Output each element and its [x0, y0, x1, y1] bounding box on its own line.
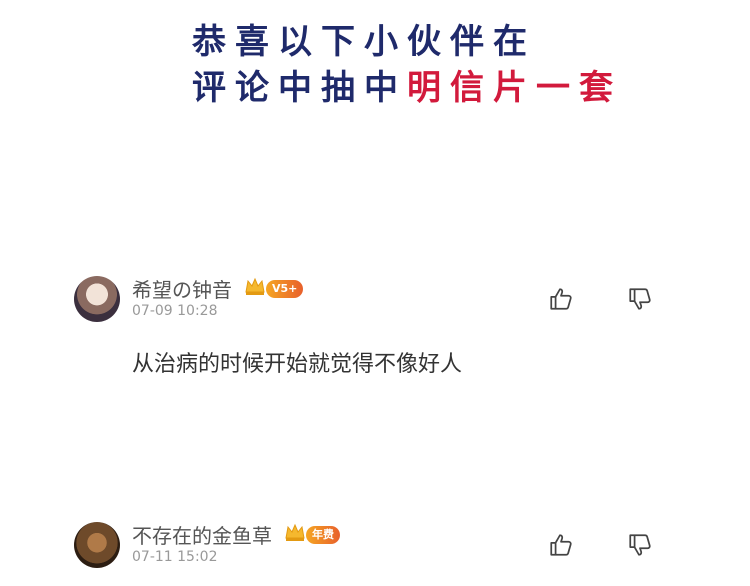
comment-username[interactable]: 希望の钟音 [132, 274, 232, 303]
thumbs-up-icon [550, 288, 572, 310]
crown-icon [245, 277, 265, 295]
announcement-line-2: 评论中抽中明信片一套 [192, 68, 622, 108]
announcement-line-2-prefix: 评论中抽中 [192, 68, 407, 108]
comment-item: 不存在的金鱼草 年费 07-11 15:02 [0, 516, 750, 586]
announcement-line-1: 恭喜以下小伙伴在 [192, 22, 536, 62]
vip-badge: V5+ [266, 280, 304, 298]
comment-text: 从治病的时候开始就觉得不像好人 [132, 352, 463, 377]
comment-item: 希望の钟音 V5+ 07-09 10:28 从治病的时候开始就觉得不像好人 [0, 270, 750, 390]
avatar[interactable] [74, 522, 120, 568]
annual-badge: 年费 [306, 526, 340, 544]
comment-timestamp: 07-11 15:02 [132, 549, 218, 565]
crown-icon [285, 523, 305, 541]
comment-timestamp: 07-09 10:28 [132, 303, 218, 319]
avatar[interactable] [74, 276, 120, 322]
thumbs-up-icon [550, 534, 572, 556]
thumbs-down-icon [629, 534, 651, 556]
comment-username[interactable]: 不存在的金鱼草 [132, 520, 272, 549]
dislike-button[interactable] [627, 286, 653, 312]
dislike-button[interactable] [627, 532, 653, 558]
like-button[interactable] [548, 532, 574, 558]
like-button[interactable] [548, 286, 574, 312]
announcement-prize: 明信片一套 [407, 68, 622, 108]
thumbs-down-icon [629, 288, 651, 310]
announcement-banner: 恭喜以下小伙伴在 评论中抽中明信片一套 [0, 0, 750, 120]
